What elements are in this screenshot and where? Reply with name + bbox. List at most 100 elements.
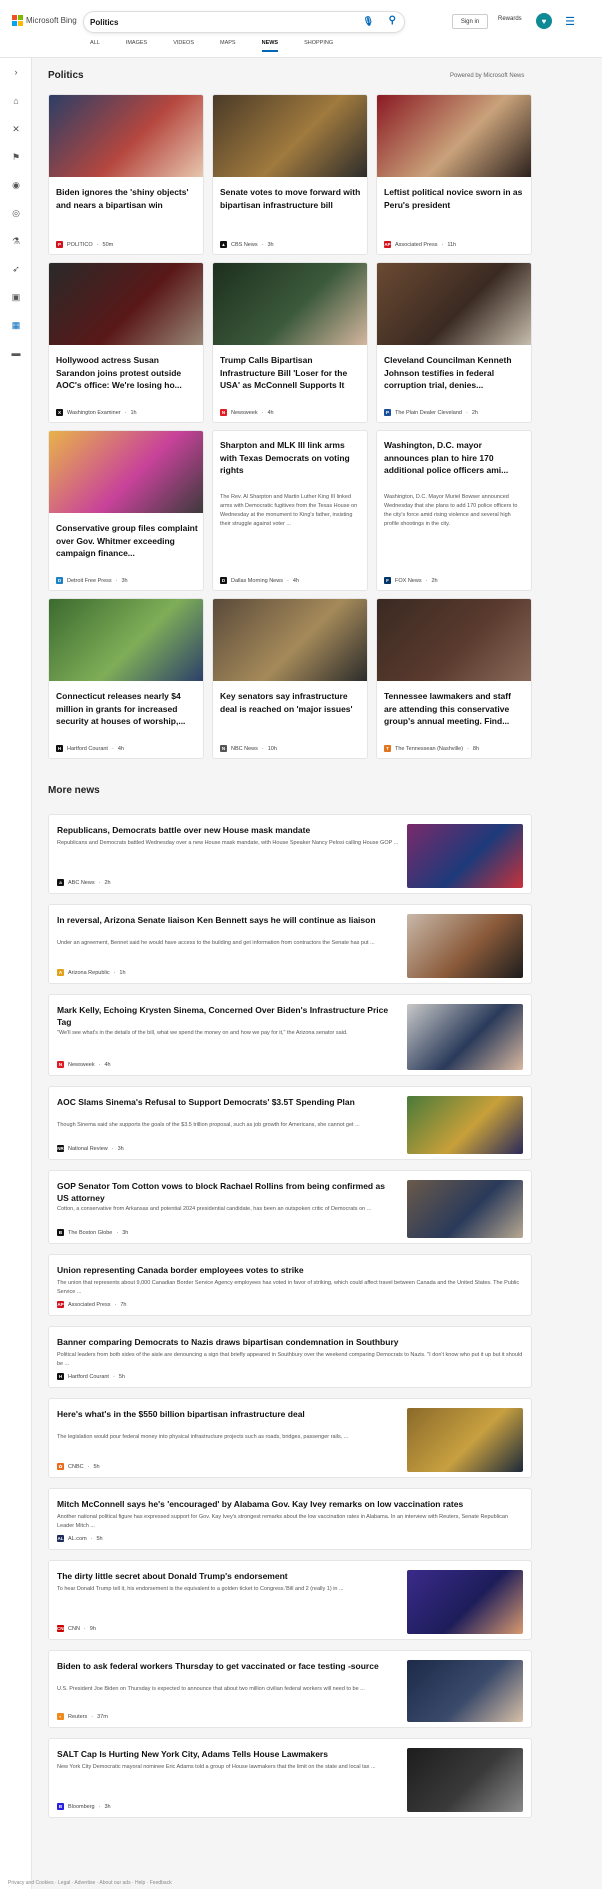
news-card[interactable]: Key senators say infrastructure deal is … — [212, 598, 368, 759]
tab-news[interactable]: NEWS — [261, 40, 278, 52]
separator-dot: · — [96, 241, 99, 248]
news-card-title[interactable]: Connecticut releases nearly $4 million i… — [56, 690, 198, 728]
news-card-title[interactable]: Conservative group files complaint over … — [56, 522, 198, 560]
video-icon[interactable]: ▣ — [8, 290, 24, 304]
news-item-source: H Hartford Courant · 5h — [57, 1373, 125, 1380]
microphone-icon[interactable]: 🎙 — [363, 16, 374, 27]
source-name: Bloomberg — [68, 1803, 95, 1810]
news-item-title[interactable]: The dirty little secret about Donald Tru… — [57, 1570, 397, 1582]
rocket-icon[interactable]: ➶ — [8, 262, 24, 276]
news-card-title[interactable]: Trump Calls Bipartisan Infrastructure Bi… — [220, 354, 362, 392]
news-item-title[interactable]: In reversal, Arizona Senate liaison Ken … — [57, 914, 397, 926]
news-card-image[interactable] — [377, 263, 531, 345]
news-card-image[interactable] — [213, 599, 367, 681]
location-icon[interactable]: ◉ — [8, 178, 24, 192]
tab-shopping[interactable]: SHOPPING — [304, 40, 333, 46]
rewards-link[interactable]: Rewards — [498, 16, 522, 22]
news-item-thumbnail[interactable] — [407, 1180, 523, 1238]
news-card[interactable]: Cleveland Councilman Kenneth Johnson tes… — [376, 262, 532, 423]
news-card-title[interactable]: Biden ignores the 'shiny objects' and ne… — [56, 186, 198, 211]
news-list-item[interactable]: Here's what's in the $550 billion bipart… — [48, 1398, 532, 1478]
news-card[interactable]: Hollywood actress Susan Sarandon joins p… — [48, 262, 204, 423]
news-card-image[interactable] — [377, 599, 531, 681]
globe-icon[interactable]: ◎ — [8, 206, 24, 220]
news-card[interactable]: Leftist political novice sworn in as Per… — [376, 94, 532, 255]
home-icon[interactable]: ⌂ — [8, 94, 24, 108]
source-logo-icon: B — [57, 1803, 64, 1810]
news-item-thumbnail[interactable] — [407, 1096, 523, 1154]
news-item-thumbnail[interactable] — [407, 1408, 523, 1472]
news-list-item[interactable]: Union representing Canada border employe… — [48, 1254, 532, 1316]
news-card-title[interactable]: Senate votes to move forward with bipart… — [220, 186, 362, 211]
search-query[interactable]: Politics — [90, 18, 118, 27]
rewards-medal-icon[interactable]: ♥ — [536, 13, 552, 29]
news-card[interactable]: Washington, D.C. mayor announces plan to… — [376, 430, 532, 591]
news-card[interactable]: Sharpton and MLK III link arms with Texa… — [212, 430, 368, 591]
search-input[interactable]: Politics 🎙 ⚲ — [84, 12, 404, 32]
news-item-thumbnail[interactable] — [407, 1004, 523, 1070]
news-card-title[interactable]: Hollywood actress Susan Sarandon joins p… — [56, 354, 198, 392]
news-item-thumbnail[interactable] — [407, 1660, 523, 1722]
news-item-title[interactable]: Biden to ask federal workers Thursday to… — [57, 1660, 397, 1672]
flag-icon[interactable]: ⚑ — [8, 150, 24, 164]
news-card-image[interactable] — [377, 95, 531, 177]
news-list-item[interactable]: Republicans, Democrats battle over new H… — [48, 814, 532, 894]
news-item-title[interactable]: AOC Slams Sinema's Refusal to Support De… — [57, 1096, 397, 1108]
news-card[interactable]: Tennessee lawmakers and staff are attend… — [376, 598, 532, 759]
news-card-title[interactable]: Washington, D.C. mayor announces plan to… — [384, 439, 526, 477]
news-card[interactable]: Connecticut releases nearly $4 million i… — [48, 598, 204, 759]
news-card-title[interactable]: Tennessee lawmakers and staff are attend… — [384, 690, 526, 728]
news-card[interactable]: Conservative group files complaint over … — [48, 430, 204, 591]
news-card[interactable]: Trump Calls Bipartisan Infrastructure Bi… — [212, 262, 368, 423]
tab-maps[interactable]: MAPS — [220, 40, 236, 46]
news-list-item[interactable]: Mitch McConnell says he's 'encouraged' b… — [48, 1488, 532, 1550]
source-logo-icon: N — [220, 409, 227, 416]
news-list-item[interactable]: In reversal, Arizona Senate liaison Ken … — [48, 904, 532, 984]
news-list-item[interactable]: AOC Slams Sinema's Refusal to Support De… — [48, 1086, 532, 1160]
signin-button[interactable]: Sign in — [452, 14, 488, 29]
news-list-item[interactable]: Banner comparing Democrats to Nazis draw… — [48, 1326, 532, 1388]
news-item-title[interactable]: Here's what's in the $550 billion bipart… — [57, 1408, 397, 1420]
news-item-title[interactable]: GOP Senator Tom Cotton vows to block Rac… — [57, 1180, 397, 1204]
news-card-image[interactable] — [49, 263, 203, 345]
hamburger-menu-icon[interactable]: ☰ — [562, 14, 578, 30]
news-card[interactable]: Senate votes to move forward with bipart… — [212, 94, 368, 255]
tab-all[interactable]: ALL — [90, 40, 100, 46]
bing-logo[interactable]: Microsoft Bing — [12, 15, 77, 26]
tab-images[interactable]: IMAGES — [126, 40, 147, 46]
news-item-title[interactable]: Banner comparing Democrats to Nazis draw… — [57, 1336, 517, 1348]
news-list-item[interactable]: SALT Cap Is Hurting New York City, Adams… — [48, 1738, 532, 1818]
news-card-image[interactable] — [213, 95, 367, 177]
news-item-title[interactable]: SALT Cap Is Hurting New York City, Adams… — [57, 1748, 397, 1760]
news-item-thumbnail[interactable] — [407, 1570, 523, 1634]
news-card-image[interactable] — [49, 95, 203, 177]
news-list-item[interactable]: Biden to ask federal workers Thursday to… — [48, 1650, 532, 1728]
news-card[interactable]: Biden ignores the 'shiny objects' and ne… — [48, 94, 204, 255]
news-item-title[interactable]: Mark Kelly, Echoing Krysten Sinema, Conc… — [57, 1004, 397, 1028]
news-card-title[interactable]: Key senators say infrastructure deal is … — [220, 690, 362, 715]
card-icon[interactable]: ▬ — [8, 346, 24, 360]
search-icon[interactable]: ⚲ — [389, 15, 396, 26]
news-item-snippet: U.S. President Joe Biden on Thursday is … — [57, 1686, 365, 1692]
news-item-source: N Newsweek · 4h — [57, 1061, 111, 1068]
news-card-title[interactable]: Cleveland Councilman Kenneth Johnson tes… — [384, 354, 526, 392]
news-item-title[interactable]: Republicans, Democrats battle over new H… — [57, 824, 397, 836]
tab-videos[interactable]: VIDEOS — [173, 40, 194, 46]
news-list-item[interactable]: GOP Senator Tom Cotton vows to block Rac… — [48, 1170, 532, 1244]
news-item-title[interactable]: Union representing Canada border employe… — [57, 1264, 517, 1276]
chevron-right-icon[interactable]: › — [8, 65, 24, 79]
news-item-thumbnail[interactable] — [407, 914, 523, 978]
politics-icon[interactable]: ▦ — [8, 318, 24, 332]
news-card-title[interactable]: Sharpton and MLK III link arms with Texa… — [220, 439, 362, 477]
news-card-title[interactable]: Leftist political novice sworn in as Per… — [384, 186, 526, 211]
news-list-item[interactable]: Mark Kelly, Echoing Krysten Sinema, Conc… — [48, 994, 532, 1076]
news-card-image[interactable] — [213, 263, 367, 345]
tools-icon[interactable]: ✕ — [8, 122, 24, 136]
news-item-thumbnail[interactable] — [407, 1748, 523, 1812]
news-item-thumbnail[interactable] — [407, 824, 523, 888]
science-icon[interactable]: ⚗ — [8, 234, 24, 248]
news-card-image[interactable] — [49, 431, 203, 513]
news-item-title[interactable]: Mitch McConnell says he's 'encouraged' b… — [57, 1498, 517, 1510]
news-card-image[interactable] — [49, 599, 203, 681]
news-list-item[interactable]: The dirty little secret about Donald Tru… — [48, 1560, 532, 1640]
